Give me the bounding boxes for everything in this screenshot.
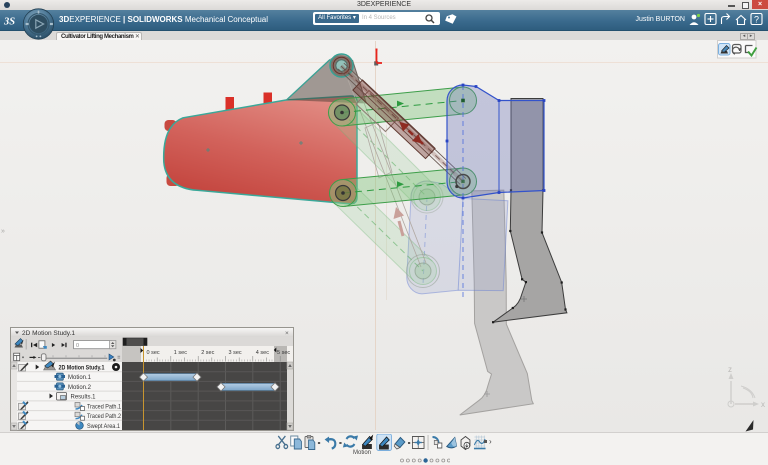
- svg-text:2D Motion Study.1: 2D Motion Study.1: [22, 330, 75, 337]
- svg-text:Swept Area.1: Swept Area.1: [87, 424, 121, 430]
- svg-text:»: »: [1, 228, 5, 235]
- svg-text:2 sec: 2 sec: [201, 350, 214, 356]
- svg-text:Motion.1: Motion.1: [68, 375, 92, 381]
- svg-text:1 sec: 1 sec: [174, 350, 187, 356]
- svg-text:x: x: [761, 400, 765, 409]
- svg-text:3 sec: 3 sec: [229, 350, 242, 356]
- svg-text:?: ?: [754, 15, 759, 25]
- svg-text:Traced Path.1: Traced Path.1: [87, 404, 122, 410]
- svg-text:Results.1: Results.1: [71, 395, 97, 401]
- svg-text:2D Motion Study.1: 2D Motion Study.1: [59, 366, 106, 372]
- svg-text:0: 0: [76, 343, 79, 349]
- svg-text:Traced Path.2: Traced Path.2: [87, 414, 122, 420]
- svg-text:0 sec: 0 sec: [147, 350, 160, 356]
- svg-text:4 sec: 4 sec: [256, 350, 269, 356]
- svg-text:×: ×: [285, 330, 289, 337]
- svg-text:z: z: [728, 365, 732, 374]
- svg-text:3S: 3S: [3, 17, 15, 28]
- svg-text:5 sec: 5 sec: [277, 350, 290, 356]
- svg-text:Motion.2: Motion.2: [68, 385, 92, 391]
